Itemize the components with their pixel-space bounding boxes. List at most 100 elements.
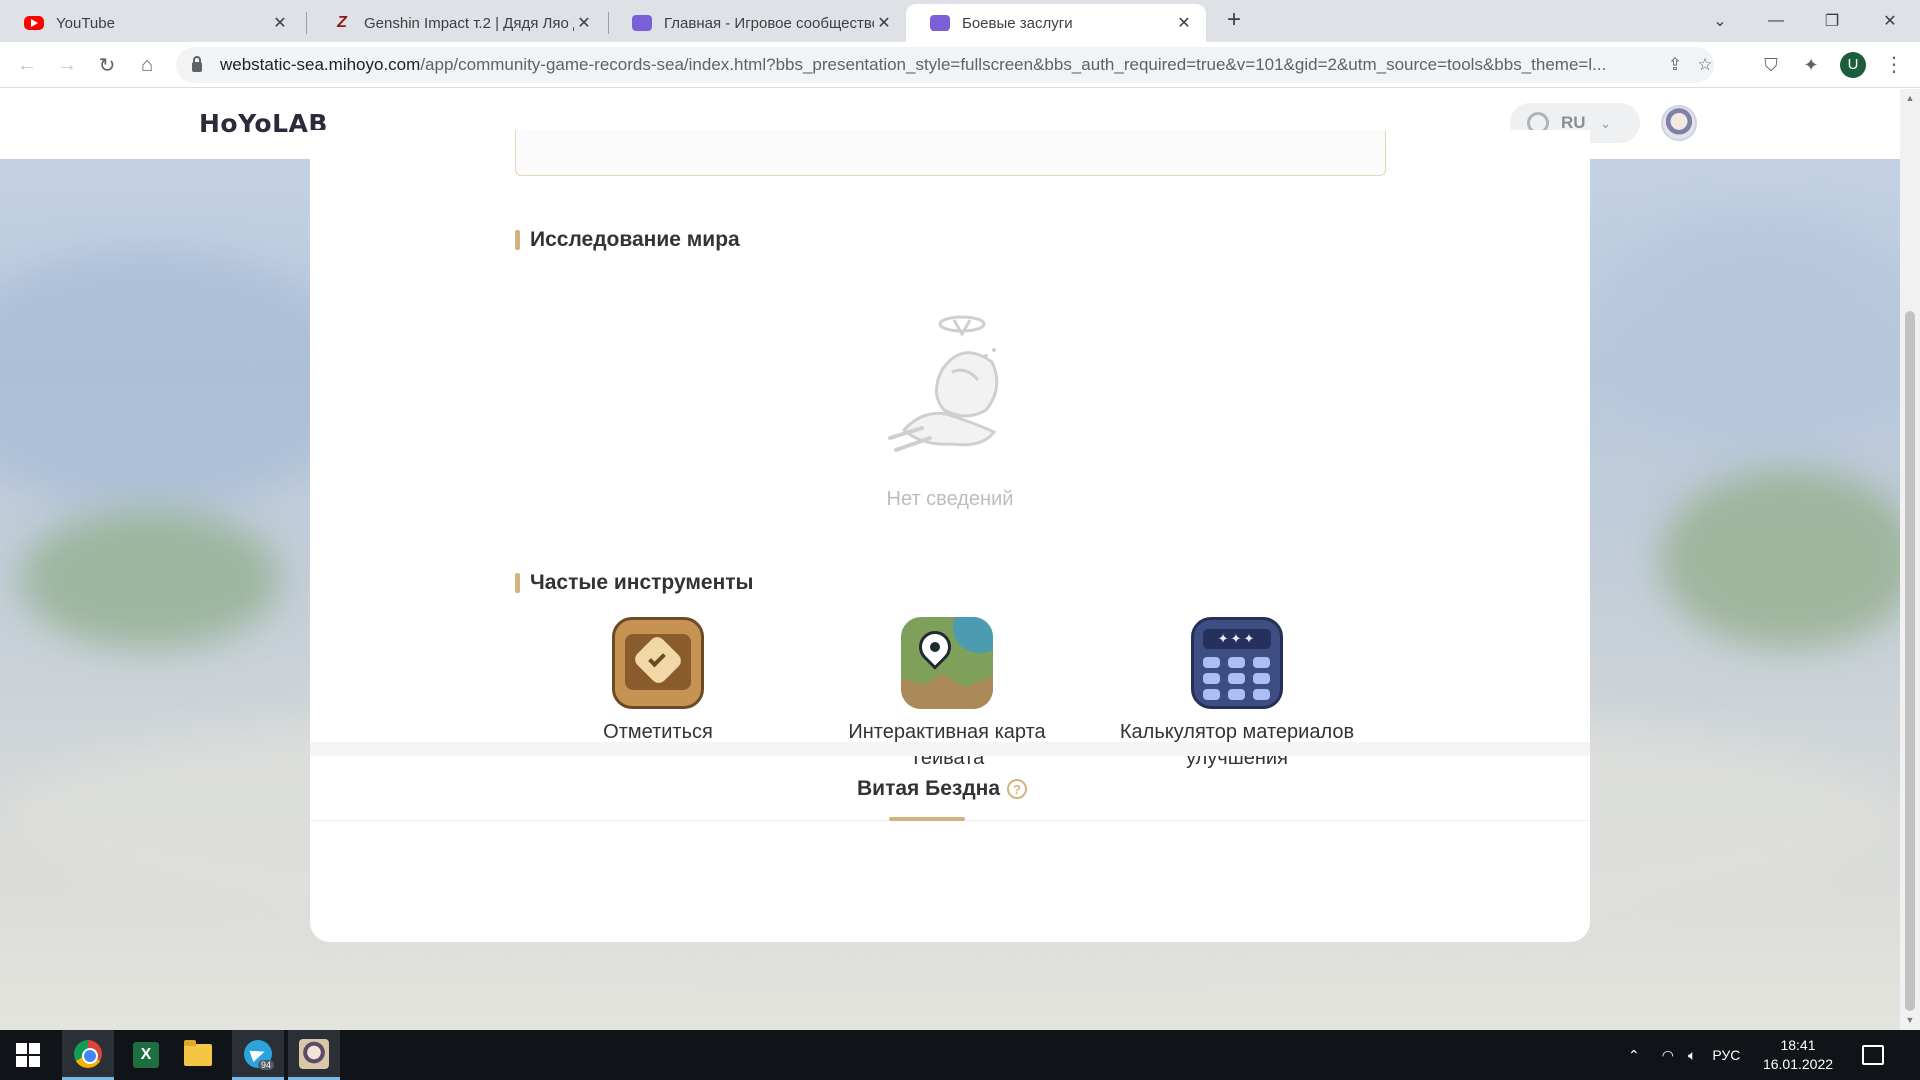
clock[interactable]: 18:41 16.01.2022 — [1758, 1036, 1838, 1074]
network-icon[interactable]: ◠ — [1662, 1047, 1674, 1064]
tab-title: Боевые заслуги — [962, 14, 1073, 32]
back-button[interactable]: ← — [12, 50, 42, 80]
page-viewport: HoYoLAB RU ⌄ Исследование мира Нет сведе… — [0, 89, 1900, 1030]
frequent-tools-title: Частые инструменты — [515, 571, 753, 595]
genshin-game-icon — [299, 1038, 329, 1069]
more-menu-icon[interactable]: ⋮ — [1884, 52, 1904, 78]
taskbar-game[interactable] — [288, 1030, 340, 1080]
notifications-icon[interactable] — [1862, 1045, 1884, 1065]
world-exploration-title: Исследование мира — [515, 228, 740, 252]
excel-icon: X — [133, 1042, 159, 1068]
tab-title: Главная - Игровое сообщество — [664, 14, 874, 32]
browser-tab-strip: YouTube ✕ Z Genshin Impact т.2 | Дядя Ля… — [0, 0, 1920, 42]
background-art — [0, 249, 360, 509]
show-hidden-icons-icon[interactable]: ⌃ — [1628, 1047, 1640, 1064]
unread-badge: 94 — [258, 1060, 275, 1070]
section-title-text: Частые инструменты — [530, 571, 754, 594]
browser-toolbar: ← → ↻ ⌂ webstatic-sea.mihoyo.com/app/com… — [0, 42, 1920, 88]
hoyolab-icon — [930, 15, 950, 31]
close-icon[interactable]: ✕ — [270, 13, 290, 33]
spiral-abyss-tab[interactable]: Витая Бездна ? — [310, 755, 1590, 821]
home-icon: ⌂ — [140, 53, 154, 76]
url-text[interactable]: webstatic-sea.mihoyo.com/app/community-g… — [220, 55, 1660, 75]
reload-icon: ↻ — [98, 54, 116, 77]
records-card: Исследование мира Нет сведений Частые ин… — [310, 130, 1590, 942]
no-data-text: Нет сведений — [886, 488, 1014, 510]
chevron-down-icon: ⌄ — [1599, 114, 1612, 131]
close-icon: ✕ — [1883, 13, 1897, 30]
check-in-icon — [612, 617, 704, 709]
background-art — [20, 509, 280, 649]
tab-hoyolab-home[interactable]: Главная - Игровое сообщество ✕ — [608, 4, 906, 42]
chevron-down-icon: ⌄ — [1713, 13, 1727, 30]
minimize-icon: — — [1768, 12, 1784, 29]
page-scrollbar[interactable]: ▲ ▼ — [1900, 89, 1920, 1030]
start-button[interactable] — [2, 1030, 54, 1080]
profile-avatar[interactable]: U — [1840, 52, 1866, 78]
input-language[interactable]: РУС — [1712, 1047, 1740, 1063]
hoyolab-icon — [632, 15, 652, 31]
spiral-abyss-title: Витая Бездна — [857, 777, 1001, 800]
previous-section-box — [515, 130, 1386, 176]
hoyolab-logo[interactable]: HoYoLAB — [199, 109, 328, 138]
section-marker — [515, 573, 520, 593]
system-tray: ⌃ ◠ 🔈︎ РУС — [1628, 1030, 1740, 1080]
scroll-down-icon[interactable]: ▼ — [1905, 1015, 1915, 1025]
restore-icon: ❐ — [1824, 13, 1840, 30]
bookmark-star-icon[interactable]: ☆ — [1694, 55, 1716, 75]
share-icon[interactable]: ⇪ — [1664, 55, 1686, 75]
taskbar-file-explorer[interactable] — [172, 1030, 224, 1080]
tab-title: Genshin Impact т.2 | Дядя Ляо да — [364, 14, 574, 32]
chrome-icon — [74, 1039, 102, 1068]
section-title-text: Исследование мира — [530, 228, 740, 251]
teyvat-map-icon — [901, 617, 993, 709]
extensions-puzzle-icon[interactable]: ✦ — [1800, 54, 1822, 76]
restore-button[interactable]: ❐ — [1804, 0, 1860, 42]
genshin-wiki-icon: Z — [337, 14, 347, 31]
clock-date: 16.01.2022 — [1762, 1056, 1834, 1072]
user-avatar[interactable] — [1661, 105, 1697, 141]
close-window-button[interactable]: ✕ — [1862, 0, 1918, 42]
forward-button[interactable]: → — [52, 50, 82, 80]
active-tab-underline — [889, 817, 965, 821]
calculator-icon: ✦✦✦ — [1191, 617, 1283, 709]
taskbar-excel[interactable]: X — [120, 1030, 172, 1080]
home-button[interactable]: ⌂ — [132, 50, 162, 80]
arrow-right-icon: → — [57, 53, 77, 76]
close-icon[interactable]: ✕ — [574, 13, 594, 33]
tab-title: YouTube — [56, 14, 115, 32]
minimize-button[interactable]: — — [1748, 0, 1804, 42]
background-art — [1660, 469, 1900, 649]
help-icon[interactable]: ? — [1007, 779, 1027, 799]
tool-check-in[interactable]: Отметиться — [523, 617, 793, 745]
close-icon[interactable]: ✕ — [874, 13, 894, 33]
scroll-up-icon[interactable]: ▲ — [1905, 93, 1915, 103]
url-path: /app/community-game-records-sea/index.ht… — [420, 55, 1607, 74]
section-marker — [515, 230, 520, 250]
tab-separator — [306, 12, 307, 34]
tab-battle-chronicle[interactable]: Боевые заслуги ✕ — [906, 4, 1206, 42]
volume-icon[interactable]: 🔈︎ — [1688, 1047, 1696, 1064]
tab-search-button[interactable]: ⌄ — [1692, 0, 1748, 42]
youtube-icon — [24, 16, 44, 30]
taskbar-telegram[interactable]: 94 — [232, 1030, 284, 1080]
arrow-left-icon: ← — [17, 53, 37, 76]
section-divider — [310, 742, 1590, 756]
clock-time: 18:41 — [1780, 1037, 1816, 1053]
close-icon[interactable]: ✕ — [1174, 13, 1194, 33]
reload-button[interactable]: ↻ — [92, 50, 122, 80]
address-bar[interactable]: webstatic-sea.mihoyo.com/app/community-g… — [176, 47, 1714, 83]
shield-extension-icon[interactable]: ⛉ — [1760, 54, 1782, 76]
taskbar-chrome[interactable] — [62, 1030, 114, 1080]
lock-icon — [192, 56, 202, 72]
windows-taskbar: X 94 ⌃ ◠ 🔈︎ РУС 18:41 16.01.2022 — [0, 1030, 1920, 1080]
scrollbar-thumb[interactable] — [1905, 311, 1915, 1011]
new-tab-button[interactable]: + — [1222, 8, 1246, 32]
empty-state-illustration-icon — [888, 315, 999, 452]
tab-genshin-wiki[interactable]: Z Genshin Impact т.2 | Дядя Ляо да ✕ — [308, 4, 606, 42]
background-art — [1600, 209, 1900, 449]
windows-logo-icon — [16, 1043, 40, 1067]
tab-youtube[interactable]: YouTube ✕ — [0, 4, 302, 42]
url-host: webstatic-sea.mihoyo.com — [220, 55, 421, 74]
folder-icon — [184, 1040, 212, 1066]
